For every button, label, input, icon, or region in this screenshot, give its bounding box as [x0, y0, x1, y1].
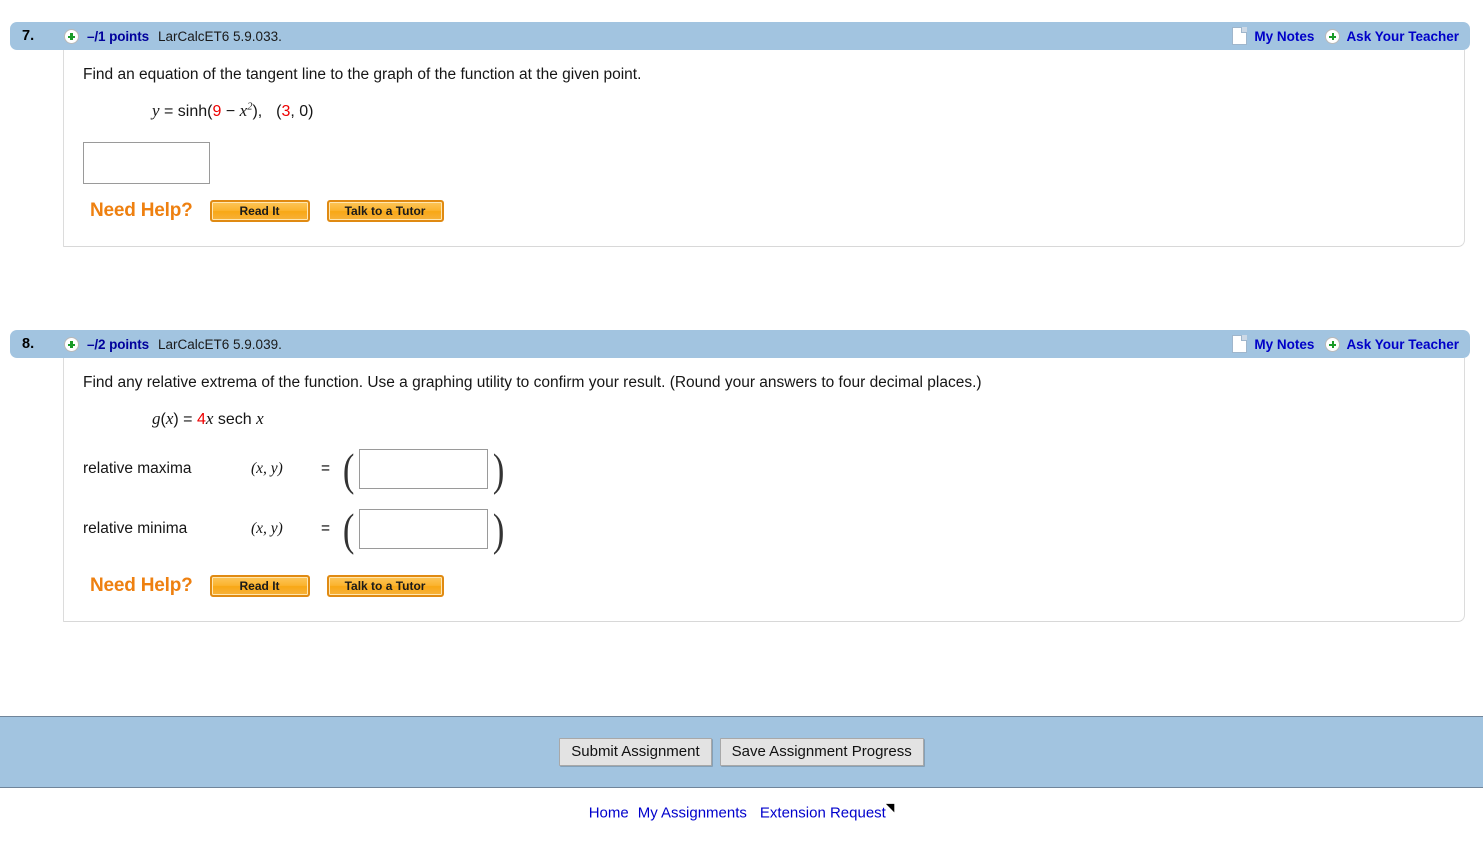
equation-equals: = [164, 103, 174, 121]
ask-teacher-plus-icon[interactable] [1325, 28, 1341, 44]
question-header-7: 7. –/1 points LarCalcET6 5.9.033. My Not… [10, 22, 1470, 50]
question-header-8: 8. –/2 points LarCalcET6 5.9.039. My Not… [10, 330, 1470, 358]
question-code: LarCalcET6 5.9.033. [158, 28, 282, 44]
plus-circle-icon[interactable] [64, 28, 79, 44]
submit-assignment-button[interactable]: Submit Assignment [559, 738, 712, 766]
answer-input-relative-minima[interactable] [359, 509, 489, 550]
question-number: 8. [22, 336, 35, 352]
ask-your-teacher-link[interactable]: Ask Your Teacher [1346, 337, 1459, 352]
minima-close-paren: ) [493, 503, 505, 555]
question-block-7: 7. –/1 points LarCalcET6 5.9.033. My Not… [0, 22, 1483, 248]
point-rest: , 0) [290, 103, 314, 121]
save-assignment-progress-button[interactable]: Save Assignment Progress [719, 738, 924, 766]
maxima-equals: = [321, 460, 331, 478]
equation-close: ), [252, 103, 263, 121]
plus-circle-icon[interactable] [64, 336, 79, 352]
footer-link-home[interactable]: Home [589, 804, 629, 821]
equation-function: sinh( [177, 103, 213, 121]
question-equation-7: y = sinh(9 − x2), (3, 0) [64, 84, 1464, 121]
maxima-open-paren: ( [342, 443, 355, 495]
answer-input-relative-maxima[interactable] [359, 449, 489, 490]
maxima-xy-label: (x, y) [251, 460, 283, 478]
my-notes-link[interactable]: My Notes [1254, 29, 1314, 44]
question-header-right-7: My Notes Ask Your Teacher [1232, 22, 1459, 50]
need-help-label: Need Help? [90, 200, 193, 222]
ask-teacher-plus-icon[interactable] [1325, 336, 1341, 352]
relative-maxima-label: relative maxima [83, 460, 192, 478]
question-prompt: Find an equation of the tangent line to … [83, 66, 642, 83]
question-body-8: Find any relative extrema of the functio… [63, 358, 1465, 623]
minima-equals: = [321, 520, 331, 538]
question-block-8: 8. –/2 points LarCalcET6 5.9.039. My Not… [0, 330, 1483, 623]
question-equation-8: g(x) = 4x sech x [64, 392, 1464, 429]
variable-x-2: x [256, 409, 264, 429]
question-header-right-8: My Notes Ask Your Teacher [1232, 330, 1459, 358]
function-close-paren: ) [173, 411, 179, 429]
read-it-button[interactable]: Read It [209, 200, 310, 223]
maxima-close-paren: ) [493, 443, 505, 495]
answer-input-tangent-line[interactable] [83, 142, 210, 185]
equation-minus: − [225, 103, 236, 121]
equation-equals: = [183, 411, 193, 429]
my-notes-link[interactable]: My Notes [1254, 337, 1314, 352]
equation-number-9: 9 [212, 103, 222, 121]
notes-page-icon[interactable] [1232, 27, 1248, 45]
relative-minima-row: relative minima (x, y) = ( ) [64, 499, 1464, 559]
minima-open-paren: ( [342, 503, 355, 555]
need-help-row-8: Need Help? Read It Talk to a Tutor [64, 559, 1464, 621]
minima-xy-label: (x, y) [251, 520, 283, 538]
notes-page-icon[interactable] [1232, 335, 1248, 353]
question-number: 7. [22, 28, 35, 44]
need-help-label: Need Help? [90, 575, 193, 597]
equation-lhs: y [152, 101, 160, 121]
function-name-g: g [152, 409, 161, 429]
answer-field-wrap-7 [64, 121, 1464, 185]
relative-minima-label: relative minima [83, 520, 188, 538]
question-header-left-7: 7. –/1 points LarCalcET6 5.9.033. [10, 22, 282, 50]
talk-to-a-tutor-button[interactable]: Talk to a Tutor [326, 575, 444, 598]
extension-request-mark-icon: ◥ [885, 802, 895, 814]
footer-link-extension-request[interactable]: Extension Request [760, 804, 886, 821]
question-header-left-8: 8. –/2 points LarCalcET6 5.9.039. [10, 330, 282, 358]
talk-to-a-tutor-button[interactable]: Talk to a Tutor [326, 200, 444, 223]
coefficient-4: 4 [196, 411, 206, 429]
question-body-7: Find an equation of the tangent line to … [63, 50, 1465, 248]
footer-links: Home My Assignments Extension Request◥ [0, 801, 1483, 822]
read-it-button[interactable]: Read It [209, 575, 310, 598]
submit-band: Submit Assignment Save Assignment Progre… [0, 716, 1483, 788]
footer-link-my-assignments[interactable]: My Assignments [638, 804, 747, 821]
variable-x: x [205, 409, 214, 429]
question-points: –/1 points [87, 28, 150, 44]
question-code: LarCalcET6 5.9.039. [158, 336, 282, 352]
sech-function: sech [217, 411, 252, 429]
question-points: –/2 points [87, 336, 150, 352]
need-help-row-7: Need Help? Read It Talk to a Tutor [64, 184, 1464, 246]
ask-your-teacher-link[interactable]: Ask Your Teacher [1346, 29, 1459, 44]
relative-maxima-row: relative maxima (x, y) = ( ) [64, 439, 1464, 499]
question-prompt: Find any relative extrema of the functio… [83, 374, 982, 391]
